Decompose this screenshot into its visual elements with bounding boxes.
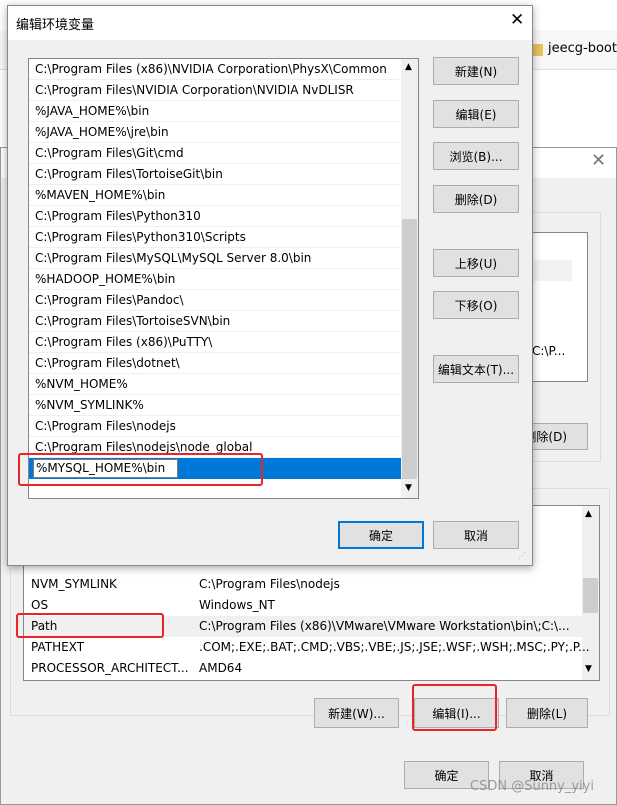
highlight-new-path: [18, 453, 263, 486]
cancel-button[interactable]: 取消: [433, 521, 519, 549]
path-item[interactable]: %JAVA_HOME%\jre\bin: [29, 122, 401, 143]
path-item[interactable]: C:\Program Files\nodejs: [29, 416, 401, 437]
background-tab[interactable]: jeecg-boot: [548, 41, 617, 56]
highlight-edit-button: [412, 684, 497, 731]
user-var-value: C:\P...: [532, 344, 566, 358]
dialog-title: 编辑环境变量: [16, 18, 95, 33]
edit-button[interactable]: 编辑(E): [433, 100, 519, 128]
path-item[interactable]: C:\Program Files (x86)\PuTTY\: [29, 332, 401, 353]
path-item[interactable]: C:\Program Files\Pandoc\: [29, 290, 401, 311]
table-row[interactable]: PROCESSOR_ARCHITECT... AMD64: [24, 658, 599, 679]
move-down-button[interactable]: 下移(O): [433, 291, 519, 319]
path-item[interactable]: C:\Program Files\NVIDIA Corporation\NVID…: [29, 80, 401, 101]
path-item[interactable]: C:\Program Files\Python310\Scripts: [29, 227, 401, 248]
path-item[interactable]: C:\Program Files\TortoiseSVN\bin: [29, 311, 401, 332]
resize-grip-icon[interactable]: ⋰: [518, 551, 526, 560]
highlight-path: [16, 613, 164, 638]
path-item[interactable]: C:\Program Files\MySQL\MySQL Server 8.0\…: [29, 248, 401, 269]
path-item[interactable]: %HADOOP_HOME%\bin: [29, 269, 401, 290]
title-bar: 编辑环境变量 ✕: [8, 6, 532, 40]
watermark: CSDN @Sunny_yiyi: [470, 779, 594, 794]
path-item[interactable]: %JAVA_HOME%\bin: [29, 101, 401, 122]
table-row[interactable]: PATHEXT .COM;.EXE;.BAT;.CMD;.VBS;.VBE;.JS…: [24, 637, 599, 658]
path-item[interactable]: %NVM_HOME%: [29, 374, 401, 395]
ok-button[interactable]: 确定: [338, 521, 424, 549]
scroll-down-icon[interactable]: ▼: [405, 483, 412, 493]
path-item[interactable]: C:\Program Files\dotnet\: [29, 353, 401, 374]
close-icon[interactable]: ✕: [510, 10, 524, 30]
scrollbar[interactable]: ▲ ▼: [401, 59, 418, 498]
path-item[interactable]: C:\Program Files\Git\cmd: [29, 143, 401, 164]
scroll-up-icon[interactable]: ▲: [405, 62, 412, 72]
path-item[interactable]: %NVM_SYMLINK%: [29, 395, 401, 416]
scroll-thumb[interactable]: [402, 219, 417, 479]
move-up-button[interactable]: 上移(U): [433, 249, 519, 277]
delete-button[interactable]: 删除(D): [433, 185, 519, 213]
path-item[interactable]: C:\Program Files (x86)\NVIDIA Corporatio…: [29, 59, 401, 80]
folder-icon: [533, 44, 543, 56]
path-item[interactable]: C:\Program Files\TortoiseGit\bin: [29, 164, 401, 185]
browse-button[interactable]: 浏览(B)...: [433, 142, 519, 170]
edit-text-button[interactable]: 编辑文本(T)...: [433, 355, 519, 383]
new-button[interactable]: 新建(N): [433, 57, 519, 85]
table-row[interactable]: NVM_SYMLINK C:\Program Files\nodejs: [24, 574, 599, 595]
path-item[interactable]: C:\Program Files\Python310: [29, 206, 401, 227]
system-delete-button[interactable]: 删除(L): [506, 698, 588, 728]
close-icon[interactable]: ✕: [591, 150, 606, 171]
system-new-button[interactable]: 新建(W)...: [314, 698, 399, 728]
path-list[interactable]: C:\Program Files (x86)\NVIDIA Corporatio…: [28, 58, 419, 499]
path-item[interactable]: %MAVEN_HOME%\bin: [29, 185, 401, 206]
